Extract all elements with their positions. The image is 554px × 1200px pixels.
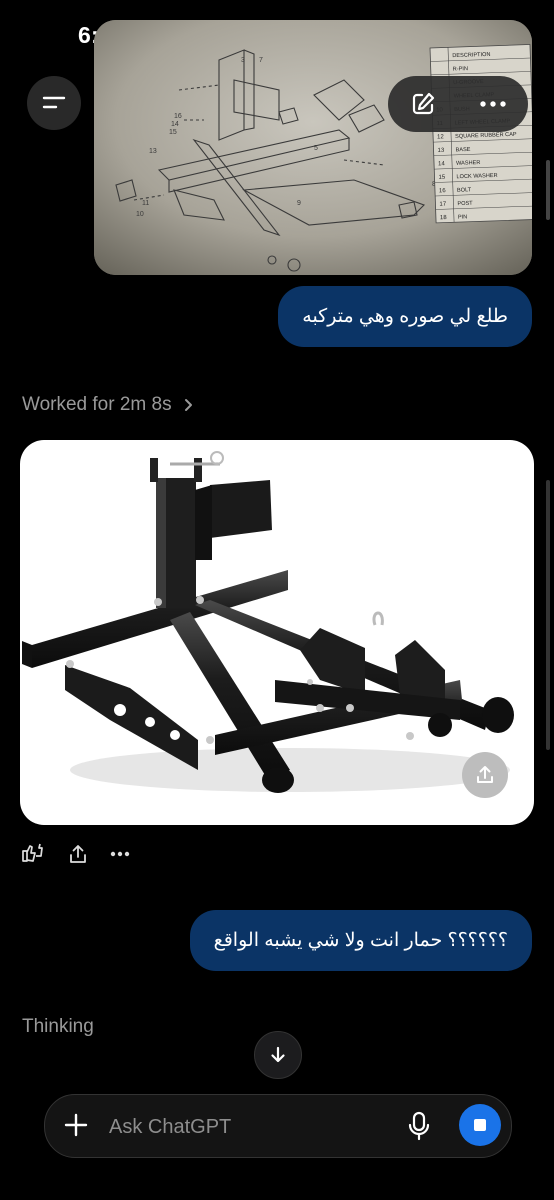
- parts-table-number: 14: [438, 161, 446, 167]
- scroll-to-bottom-button[interactable]: [254, 1031, 302, 1079]
- user-message-bubble: طلع لي صوره وهي متركبه: [278, 286, 532, 347]
- parts-table-description: BOLT: [457, 187, 472, 194]
- svg-text:16: 16: [174, 113, 182, 120]
- menu-icon: [42, 96, 66, 109]
- svg-text:9: 9: [297, 200, 301, 207]
- menu-button[interactable]: [27, 76, 81, 130]
- more-options-button[interactable]: [479, 100, 507, 108]
- worked-for-toggle[interactable]: Worked for 2m 8s: [22, 394, 193, 416]
- feedback-button[interactable]: [20, 842, 46, 866]
- parts-table-number: 15: [438, 175, 446, 181]
- parts-table-number: 13: [437, 148, 445, 154]
- uploaded-diagram-image[interactable]: 13 16 14 15 3 5 9 8 10 11 7 DESCRIPTION R…: [94, 20, 532, 275]
- parts-table-number: 16: [439, 188, 447, 194]
- more-actions-button[interactable]: [110, 851, 130, 857]
- scrollbar[interactable]: [546, 160, 550, 220]
- plus-icon: [64, 1113, 88, 1137]
- svg-text:10: 10: [136, 211, 144, 218]
- worked-for-text: Worked for 2m 8s: [22, 394, 172, 415]
- svg-text:15: 15: [169, 129, 177, 136]
- svg-text:5: 5: [314, 145, 318, 152]
- thumbs-icon: [22, 843, 43, 862]
- share-icon: [70, 845, 86, 863]
- svg-text:14: 14: [171, 121, 179, 128]
- composer: [44, 1094, 512, 1158]
- user-message-text: طلع لي صوره وهي متركبه: [302, 306, 508, 327]
- stop-icon: [474, 1119, 486, 1131]
- more-icon: [480, 101, 506, 107]
- new-chat-button[interactable]: [409, 90, 437, 118]
- generated-image[interactable]: [20, 440, 534, 825]
- arrow-down-icon: [271, 1046, 285, 1063]
- svg-text:11: 11: [142, 200, 149, 207]
- stop-generating-button[interactable]: [459, 1104, 501, 1146]
- user-message-text: ؟؟؟؟؟؟ حمار انت ولا شي يشبه الواقع: [213, 930, 508, 951]
- parts-table-number: 12: [437, 134, 445, 140]
- add-attachment-button[interactable]: [63, 1112, 89, 1138]
- image-share-button[interactable]: [462, 752, 508, 798]
- share-response-button[interactable]: [68, 843, 88, 865]
- share-icon: [477, 766, 493, 783]
- voice-input-button[interactable]: [406, 1111, 432, 1141]
- parts-table-number: 17: [439, 202, 447, 208]
- parts-table-number: 18: [440, 215, 448, 221]
- svg-text:7: 7: [259, 57, 263, 64]
- compose-icon: [412, 92, 435, 115]
- top-actions: [388, 76, 528, 132]
- thinking-status: Thinking: [22, 1016, 94, 1037]
- more-icon: [110, 851, 130, 857]
- message-input[interactable]: [107, 1111, 391, 1143]
- parts-table-description: POST: [457, 201, 473, 208]
- microphone-icon: [408, 1111, 430, 1141]
- parts-table-description: BASE: [455, 147, 470, 154]
- chevron-right-icon: [184, 399, 192, 411]
- message-actions: [20, 842, 130, 866]
- svg-text:13: 13: [149, 148, 157, 155]
- user-message-bubble: ؟؟؟؟؟؟ حمار انت ولا شي يشبه الواقع: [189, 910, 532, 971]
- parts-table-description: R-PIN: [453, 66, 468, 73]
- parts-table-description: PIN: [458, 214, 468, 220]
- parts-table-description: WASHER: [456, 160, 481, 167]
- scrollbar-track: [546, 480, 550, 750]
- svg-text:3: 3: [241, 57, 245, 64]
